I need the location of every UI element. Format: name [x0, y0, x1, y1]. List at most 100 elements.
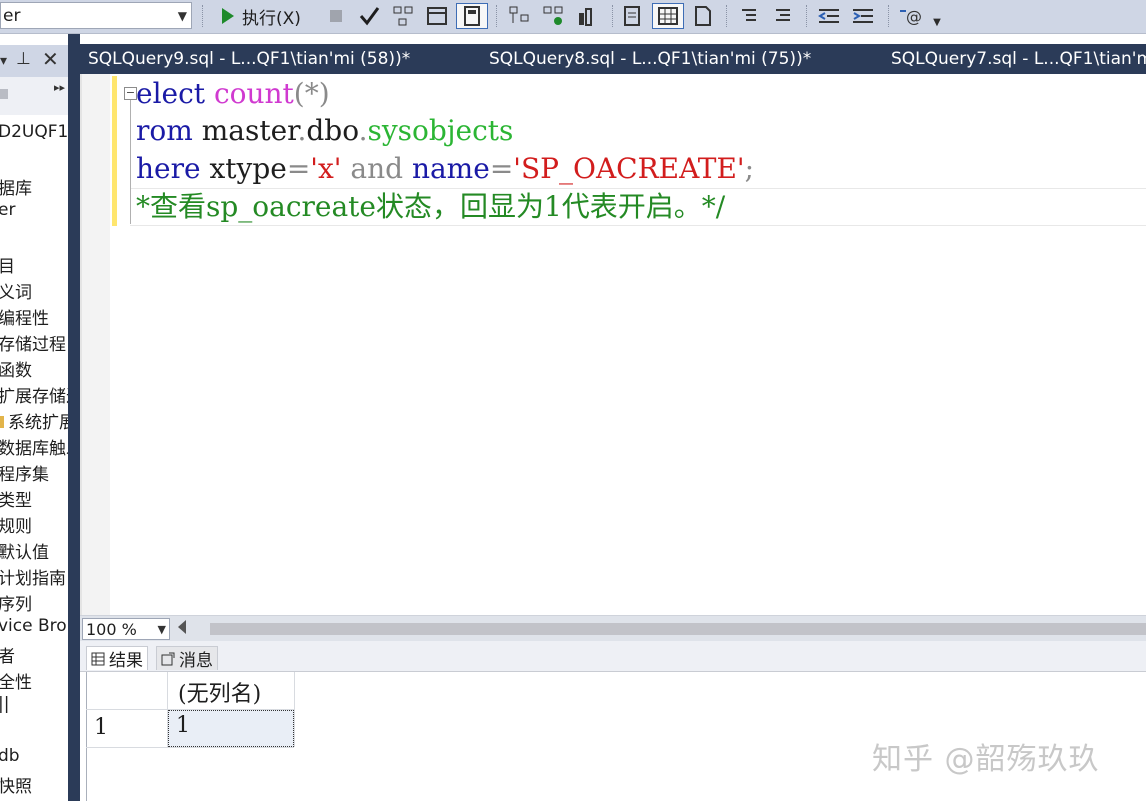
- horizontal-scrollbar[interactable]: [210, 623, 1146, 635]
- stop-button[interactable]: [324, 3, 348, 29]
- tree-item[interactable]: er: [0, 200, 15, 226]
- tree-item[interactable]: db: [0, 746, 20, 772]
- toolbar-grip: [202, 5, 204, 27]
- tree-item[interactable]: 规则: [0, 512, 32, 538]
- toolbar-grip: [888, 5, 890, 27]
- operator-equals: =: [286, 152, 311, 185]
- tab-messages[interactable]: 消息: [156, 646, 218, 671]
- function-args: (*): [293, 77, 330, 110]
- code-line-1: elect count(*): [130, 76, 330, 112]
- tree-item[interactable]: 系统扩展: [0, 408, 68, 434]
- plan-icon: [509, 6, 529, 23]
- object-explorer-toolbar: ▸▸: [0, 77, 68, 115]
- comment-button[interactable]: [736, 3, 762, 29]
- tab-sqlquery9[interactable]: SQLQuery9.sql - L...QF1\tian'mi (58))*: [88, 49, 410, 69]
- zoom-select[interactable]: 100 % ▼: [82, 618, 170, 640]
- tree-item[interactable]: 计划指南: [0, 564, 66, 590]
- tree-item[interactable]: 目: [0, 252, 15, 278]
- tree-item[interactable]: 序列: [0, 590, 32, 616]
- display-plan-button[interactable]: [390, 3, 416, 29]
- tree-item[interactable]: 程序集: [0, 460, 49, 486]
- query-editor[interactable]: − elect count(*) rom master.dbo.sysobjec…: [80, 74, 1146, 615]
- grid-icon: [658, 7, 678, 25]
- results-to-text-button[interactable]: [620, 3, 646, 29]
- plan-icon: [393, 6, 413, 26]
- toolbar-grip: [496, 5, 498, 27]
- query-options-button[interactable]: [424, 3, 450, 29]
- results-to-grid-button[interactable]: [652, 3, 684, 29]
- tree-item[interactable]: D2UQF1: [0, 122, 68, 148]
- parse-button[interactable]: [356, 3, 382, 29]
- sql-comment: *查看sp_oacreate状态，回显为1代表开启。*/: [136, 190, 726, 223]
- tree-item[interactable]: 据库: [0, 174, 32, 200]
- tree-item[interactable]: 编程性: [0, 304, 49, 330]
- tree-item[interactable]: 类型: [0, 486, 32, 512]
- folder-icon: [0, 416, 4, 428]
- tree-item[interactable]: ||: [0, 694, 9, 720]
- code-line-4: *查看sp_oacreate状态，回显为1代表开启。*/: [130, 189, 725, 225]
- cell-value[interactable]: 1: [176, 713, 190, 738]
- keyword-where: here: [136, 152, 201, 185]
- toolbar-overflow-button[interactable]: ▼: [930, 3, 944, 29]
- decrease-indent-button[interactable]: [816, 3, 842, 29]
- tree-item[interactable]: 存储过程: [0, 330, 66, 356]
- tree-item[interactable]: vice Bro: [0, 616, 67, 642]
- pin-icon[interactable]: ⊥: [16, 49, 31, 69]
- play-icon: [222, 8, 234, 24]
- overflow-icon[interactable]: ▸▸: [54, 81, 65, 94]
- panel-splitter[interactable]: [68, 34, 80, 801]
- tree-item[interactable]: 义词: [0, 278, 32, 304]
- connect-icon[interactable]: [0, 89, 8, 99]
- tree-item[interactable]: 快照: [0, 772, 32, 798]
- scroll-left-icon[interactable]: [178, 620, 186, 634]
- tab-results[interactable]: 结果: [86, 646, 148, 671]
- tab-sqlquery8[interactable]: SQLQuery8.sql - L...QF1\tian'mi (75))*: [489, 49, 811, 69]
- uncomment-icon: [776, 9, 790, 21]
- zoom-value: 100 %: [86, 620, 137, 639]
- operator-equals: =: [489, 152, 514, 185]
- database-combo[interactable]: er ▼: [0, 2, 192, 29]
- tab-messages-label: 消息: [179, 651, 213, 671]
- column-header[interactable]: (无列名): [178, 676, 261, 708]
- object-explorer-header: ▾ ⊥ ✕: [0, 45, 68, 77]
- schema-name: dbo: [306, 114, 359, 147]
- outdent-icon: [818, 9, 839, 23]
- indent-icon: [853, 9, 873, 23]
- execute-label: 执行(X): [242, 8, 301, 29]
- tree-item[interactable]: 全性: [0, 668, 32, 694]
- close-icon[interactable]: ✕: [42, 47, 59, 71]
- tree-item[interactable]: 函数: [0, 356, 32, 382]
- execute-button[interactable]: 执行(X): [216, 3, 316, 29]
- watermark: 知乎 @韶殇玖玖: [872, 742, 1100, 777]
- tree-item[interactable]: 者: [0, 642, 15, 668]
- svg-text:@: @: [906, 7, 922, 26]
- object-explorer-panel: ▾ ⊥ ✕ ▸▸ D2UQF1 据库 er 目 义词 编程性 存储过程 函数 扩…: [0, 34, 68, 801]
- intellisense-button[interactable]: [456, 3, 488, 29]
- checkmark-icon: [359, 7, 380, 26]
- window-icon: [427, 7, 447, 25]
- tab-sqlquery7[interactable]: SQLQuery7.sql - L...QF1\tian'mi: [891, 49, 1146, 69]
- chart-icon: [579, 8, 592, 26]
- tab-results-label: 结果: [109, 651, 143, 671]
- tree-item-label: 系统扩展: [8, 413, 68, 433]
- toolbar: er ▼ 执行(X) @ ▼: [0, 0, 1146, 34]
- row-number[interactable]: 1: [94, 715, 108, 740]
- grid-divider: [294, 672, 295, 747]
- calculator-icon: [464, 6, 480, 26]
- tree-item[interactable]: 数据库触发: [0, 434, 68, 460]
- tree-item[interactable]: 默认值: [0, 538, 49, 564]
- increase-indent-button[interactable]: [850, 3, 876, 29]
- uncomment-button[interactable]: [770, 3, 796, 29]
- tree-item[interactable]: 扩展存储过: [0, 382, 68, 408]
- column-name: name: [411, 152, 490, 185]
- actual-plan-button[interactable]: [506, 3, 532, 29]
- keyword-and: and: [350, 152, 404, 185]
- message-icon: [161, 652, 175, 665]
- live-stats-button[interactable]: [540, 3, 566, 29]
- dropdown-icon[interactable]: ▾: [0, 53, 7, 69]
- client-stats-button[interactable]: [574, 3, 600, 29]
- chevron-down-icon: ▼: [177, 9, 187, 23]
- database-name: master: [201, 114, 298, 147]
- specify-values-button[interactable]: @: [896, 3, 926, 29]
- results-to-file-button[interactable]: [690, 3, 716, 29]
